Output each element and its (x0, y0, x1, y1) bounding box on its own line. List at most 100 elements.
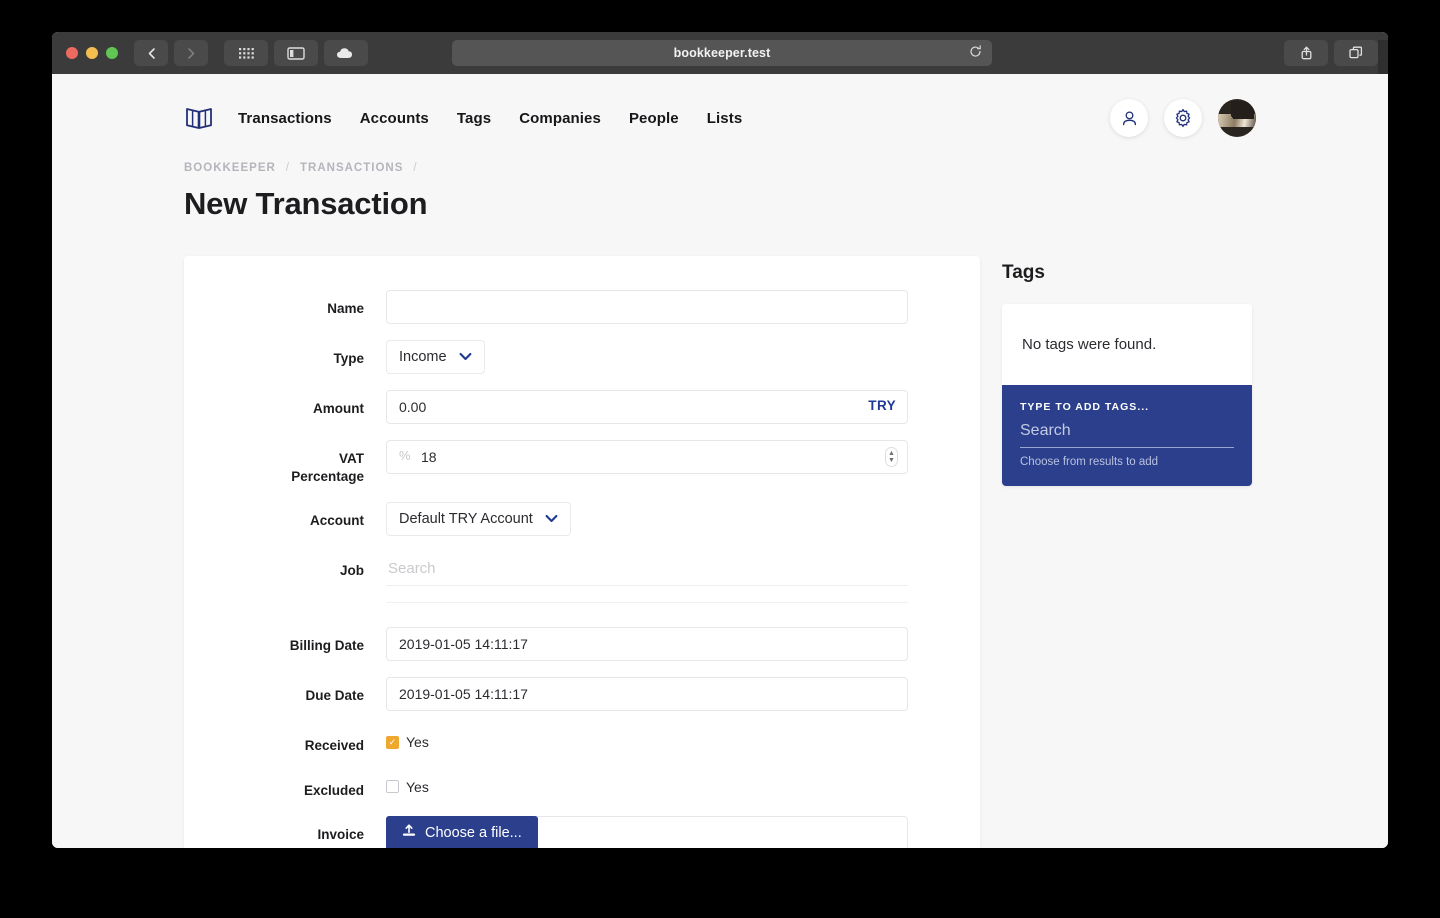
received-checkbox[interactable] (386, 735, 399, 749)
browser-window: bookkeeper.test + (52, 32, 1388, 848)
form-divider (386, 602, 908, 604)
tags-heading: Tags (1002, 262, 1045, 283)
breadcrumb-root[interactable]: BOOKKEEPER (184, 162, 276, 174)
account-select-value: Default TRY Account (399, 511, 533, 528)
chevron-down-icon (459, 349, 472, 365)
field-row-amount: Amount TRY (184, 390, 908, 424)
account-label: Account (310, 513, 364, 529)
field-row-due-date: Due Date (184, 677, 908, 712)
person-icon[interactable] (1110, 99, 1148, 137)
nav-item-accounts[interactable]: Accounts (360, 110, 429, 127)
chevron-down-icon (545, 511, 558, 527)
close-window-button[interactable] (66, 47, 78, 59)
maximize-window-button[interactable] (106, 47, 118, 59)
user-avatar[interactable] (1218, 99, 1256, 137)
job-label: Job (339, 563, 364, 579)
breadcrumb-section[interactable]: TRANSACTIONS (300, 162, 403, 174)
tags-search-input[interactable] (1020, 419, 1234, 448)
back-button[interactable] (134, 40, 168, 66)
address-bar[interactable]: bookkeeper.test (452, 40, 992, 66)
cloud-icon[interactable] (324, 40, 368, 66)
excluded-option-label: Yes (406, 778, 429, 795)
tags-hint: Choose from results to add (1020, 456, 1159, 468)
tags-sidebar: Tags No tags were found. TYPE TO ADD TAG… (1002, 256, 1256, 486)
field-row-job: Job (184, 552, 908, 587)
due-date-input[interactable] (386, 677, 908, 712)
sidebar-icon[interactable] (274, 40, 318, 66)
name-input[interactable] (386, 290, 908, 324)
due-date-label: Due Date (305, 688, 364, 704)
stepper-down-icon[interactable]: ▼ (888, 457, 895, 464)
bookkeeper-logo-icon[interactable] (184, 103, 214, 133)
received-label: Received (304, 738, 364, 754)
content-columns: Name Type Income Amount 0.00 TRY VAT Per… (184, 256, 1256, 848)
field-row-invoice: Invoice Choose a file... (184, 815, 908, 848)
tags-add-caption: TYPE TO ADD TAGS... (1020, 401, 1150, 413)
page-title: New Transaction (184, 186, 428, 221)
page-body: Transactions Accounts Tags Companies Peo… (52, 74, 1388, 848)
job-search-input[interactable] (386, 552, 908, 587)
excluded-checkbox[interactable] (386, 780, 399, 794)
nav-item-people[interactable]: People (629, 110, 679, 127)
nav-item-companies[interactable]: Companies (519, 110, 601, 127)
vat-label-line1: VAT (339, 451, 364, 466)
received-option-label: Yes (406, 734, 429, 751)
page-content: BOOKKEEPER / TRANSACTIONS / New Transact… (52, 162, 1388, 848)
field-row-account: Account Default TRY Account (184, 502, 908, 537)
transaction-form: Name Type Income Amount 0.00 TRY VAT Per… (184, 256, 980, 848)
grid-icon[interactable] (224, 40, 268, 66)
field-row-type: Type Income (184, 340, 908, 374)
browser-toolbar: bookkeeper.test + (52, 32, 1388, 82)
breadcrumb: BOOKKEEPER / TRANSACTIONS / (184, 162, 1256, 174)
field-row-received: Received Yes (184, 727, 908, 755)
invoice-label: Invoice (317, 826, 364, 842)
breadcrumb-separator: / (413, 162, 418, 174)
vat-label-line2: Percentage (291, 469, 364, 485)
amount-input[interactable] (386, 390, 908, 424)
tags-empty-message: No tags were found. (1002, 304, 1252, 385)
breadcrumb-separator: / (285, 162, 290, 174)
nav-item-transactions[interactable]: Transactions (238, 110, 332, 127)
field-row-vat: VAT Percentage % ▲ ▼ (184, 440, 908, 486)
vat-percentage-input[interactable] (386, 440, 908, 474)
toolbar-right-buttons: + (1284, 40, 1388, 82)
stepper-up-icon[interactable]: ▲ (888, 450, 895, 457)
url-text: bookkeeper.test (673, 46, 771, 60)
type-select-value: Income (399, 349, 447, 365)
billing-date-label: Billing Date (289, 638, 364, 654)
billing-date-input[interactable] (386, 627, 908, 662)
tags-add-section: TYPE TO ADD TAGS... Choose from results … (1002, 385, 1252, 486)
tabs-icon[interactable] (1334, 40, 1378, 66)
choose-file-button[interactable]: Choose a file... (386, 815, 538, 848)
forward-button[interactable] (174, 40, 208, 66)
vat-percentage-label: VAT Percentage (184, 440, 386, 486)
nav-item-tags[interactable]: Tags (457, 110, 491, 127)
gear-icon[interactable] (1164, 99, 1202, 137)
upload-icon (402, 824, 416, 842)
percent-icon: % (399, 448, 411, 463)
navigation-buttons (134, 40, 208, 66)
field-row-excluded: Excluded Yes (184, 772, 908, 800)
main-navigation: Transactions Accounts Tags Companies Peo… (52, 74, 1388, 162)
currency-code: TRY (868, 398, 896, 413)
minimize-window-button[interactable] (86, 47, 98, 59)
received-checkbox-row[interactable]: Yes (386, 727, 908, 750)
nav-right (1110, 99, 1256, 137)
excluded-label: Excluded (303, 782, 364, 798)
view-buttons (224, 40, 368, 66)
choose-file-label: Choose a file... (425, 824, 522, 841)
field-row-name: Name (184, 290, 908, 324)
share-icon[interactable] (1284, 40, 1328, 66)
window-controls[interactable] (66, 47, 118, 59)
name-label: Name (327, 301, 364, 316)
type-select[interactable]: Income (386, 340, 485, 374)
tags-card: No tags were found. TYPE TO ADD TAGS... … (1002, 304, 1252, 486)
excluded-checkbox-row[interactable]: Yes (386, 772, 908, 795)
amount-label: Amount (313, 401, 364, 416)
nav-item-lists[interactable]: Lists (707, 110, 743, 127)
account-select[interactable]: Default TRY Account (386, 502, 571, 537)
type-label: Type (333, 351, 364, 366)
reload-icon[interactable] (969, 45, 982, 61)
nav-links: Transactions Accounts Tags Companies Peo… (238, 110, 742, 127)
vat-stepper[interactable]: ▲ ▼ (885, 447, 898, 467)
